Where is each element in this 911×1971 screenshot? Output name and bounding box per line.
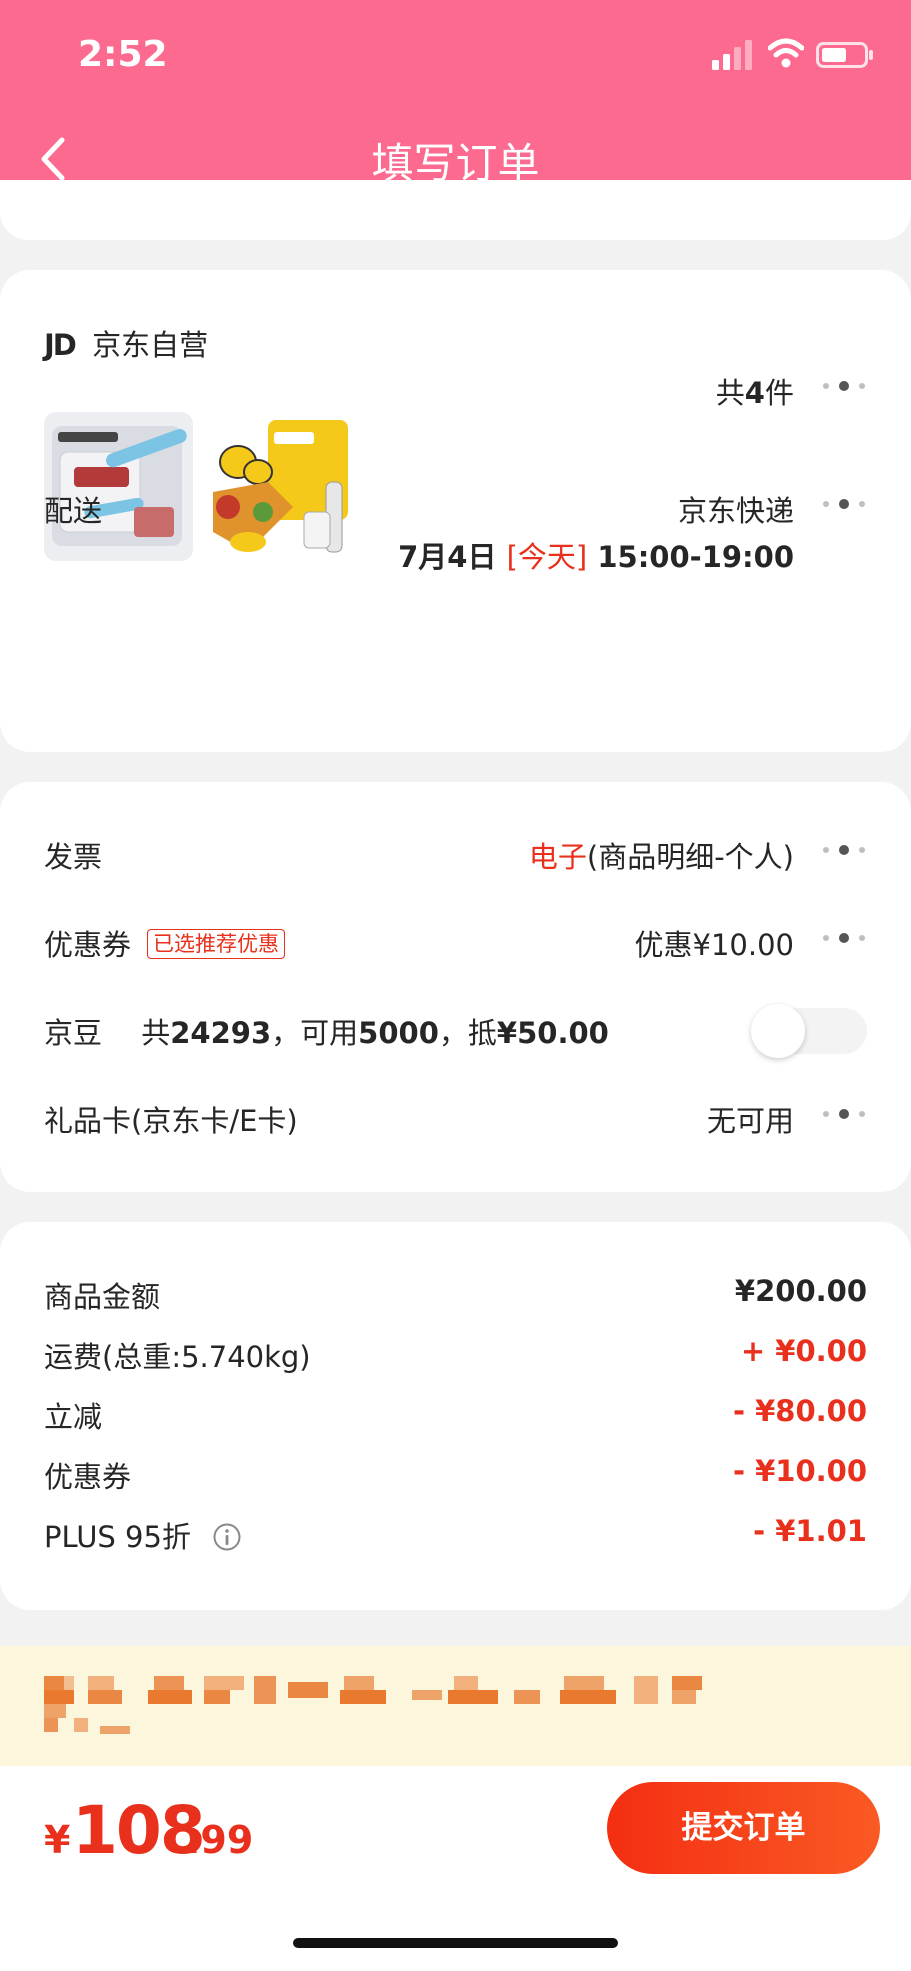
coupon-row: 优惠券 已选推荐优惠	[44, 922, 286, 964]
beans-toggle[interactable]	[751, 1004, 867, 1058]
invoice-value[interactable]: 电子(商品明细-个人)	[529, 834, 794, 876]
summary-value-plus: - ¥1.01	[753, 1514, 867, 1548]
pixelated-notice-banner	[0, 1646, 911, 1766]
price-summary-card: 商品金额 ¥200.00 运费(总重:5.740kg) + ¥0.00 立减 -…	[0, 1222, 911, 1610]
cellular-signal-icon	[712, 40, 752, 70]
coupon-more-icon[interactable]	[823, 932, 867, 946]
delivery-schedule[interactable]: 7月4日 [今天] 15:00-19:00	[398, 534, 794, 576]
delivery-more-icon[interactable]	[823, 498, 867, 512]
battery-icon	[816, 42, 873, 68]
invoice-detail: (商品明细-个人)	[586, 840, 794, 874]
giftcard-label: 礼品卡(京东卡/E卡)	[44, 1104, 298, 1138]
store-card: JD 京东自营 共4件 配送 京东快递 7月4日 [今天] 15:00-19:0…	[0, 270, 911, 752]
product-image-duck-set[interactable]	[208, 412, 357, 561]
status-time: 2:52	[78, 34, 168, 75]
delivery-method[interactable]: 京东快递	[678, 488, 794, 530]
invoice-label: 发票	[44, 840, 103, 874]
total-currency: ¥	[44, 1818, 71, 1862]
coupon-value[interactable]: 优惠¥10.00	[635, 922, 794, 964]
summary-label-discount: 立减	[44, 1400, 103, 1434]
giftcard-more-icon[interactable]	[823, 1108, 867, 1122]
product-image-bag-clips[interactable]	[44, 412, 193, 561]
delivery-label: 配送	[44, 494, 103, 528]
wifi-icon	[768, 38, 804, 68]
home-indicator	[293, 1938, 618, 1948]
item-list-more-icon[interactable]	[823, 380, 867, 394]
giftcard-value[interactable]: 无可用	[707, 1098, 794, 1140]
delivery-today-tag: [今天]	[506, 540, 588, 574]
store-name: 京东自营	[92, 328, 209, 362]
summary-label-shipping: 运费(总重:5.740kg)	[44, 1340, 311, 1374]
info-icon[interactable]	[212, 1522, 242, 1552]
coupon-label: 优惠券	[44, 928, 132, 962]
submit-order-button[interactable]: 提交订单	[607, 1782, 880, 1874]
jd-logo: JD	[44, 328, 77, 362]
total-price-decimal: .99	[186, 1818, 254, 1862]
invoice-more-icon[interactable]	[823, 844, 867, 858]
beans-label: 京豆	[44, 1016, 103, 1050]
item-count[interactable]: 共4件	[716, 370, 794, 412]
pixelated-text	[44, 1676, 702, 1734]
summary-label-goods: 商品金额	[44, 1280, 161, 1314]
delivery-date: 7月4日	[398, 540, 497, 574]
coupon-recommend-tag: 已选推荐优惠	[147, 929, 286, 959]
beans-toggle-knob	[751, 1004, 805, 1058]
beans-detail: 共24293，可用5000，抵¥50.00	[141, 1016, 609, 1050]
summary-plus-row: PLUS 95折	[44, 1514, 242, 1556]
invoice-type: 电子	[528, 840, 587, 874]
summary-value-goods: ¥200.00	[734, 1274, 867, 1308]
summary-label-plus: PLUS 95折	[44, 1520, 191, 1554]
summary-value-shipping: + ¥0.00	[740, 1334, 867, 1368]
beans-row: 京豆 共24293，可用5000，抵¥50.00	[44, 1010, 609, 1052]
delivery-time: 15:00-19:00	[597, 540, 794, 574]
address-card-edge	[0, 212, 911, 240]
summary-label-coupon: 优惠券	[44, 1460, 132, 1494]
summary-value-discount: - ¥80.00	[732, 1394, 867, 1428]
total-price-integer: 108	[72, 1792, 206, 1869]
summary-value-coupon: - ¥10.00	[732, 1454, 867, 1488]
options-card: 发票 电子(商品明细-个人) 优惠券 已选推荐优惠 优惠¥10.00 京豆 共24…	[0, 782, 911, 1192]
store-header: JD 京东自营	[44, 322, 208, 364]
